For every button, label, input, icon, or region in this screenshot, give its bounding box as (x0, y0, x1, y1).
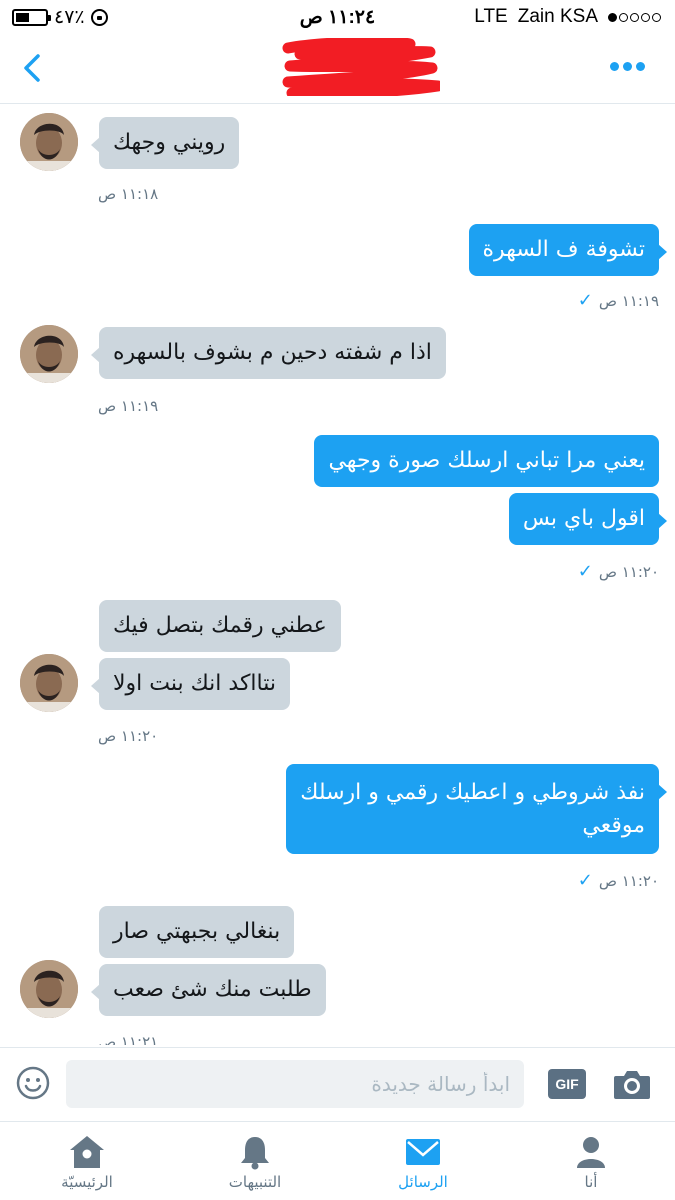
network-type: LTE (474, 6, 508, 27)
tab-label: الرئيسيّة (61, 1173, 113, 1191)
message-thread[interactable]: رويني وجهك ١١:١٨ ص تشوفة ف السهرة ١١:١٩ … (0, 105, 675, 1045)
conversation-header (0, 36, 675, 104)
signal-strength-icon (608, 12, 661, 22)
tab-me[interactable]: أنا (507, 1122, 675, 1200)
status-bar: ٤٧٪ ١١:٢٤ ص LTE Zain KSA (0, 0, 675, 36)
message-timestamp: ١١:١٩ ص ✓ (577, 290, 659, 311)
tab-notifications[interactable]: التنبيهات (171, 1122, 339, 1200)
bottom-tab-bar: أنا الرسائل التنبيهات الرئيسيّة (0, 1121, 675, 1200)
message-timestamp: ١١:١٨ ص (98, 185, 159, 203)
message-text-line: نفذ شروطي و اعطيك رقمي و ارسلك (300, 780, 645, 805)
tab-messages[interactable]: الرسائل (339, 1122, 507, 1200)
avatar[interactable] (20, 654, 78, 712)
tab-home[interactable]: الرئيسيّة (3, 1122, 171, 1200)
message-bubble-outgoing[interactable]: نفذ شروطي و اعطيك رقمي و ارسلك موقعي (286, 764, 667, 854)
tab-label: أنا (584, 1173, 598, 1191)
status-right: LTE Zain KSA (474, 6, 661, 28)
carrier-name: Zain KSA (517, 6, 598, 27)
message-bubble-incoming[interactable]: رويني وجهك (90, 117, 240, 169)
message-bubble-incoming[interactable]: بنغالي بجبهتي صار (99, 906, 295, 958)
avatar[interactable] (20, 325, 78, 383)
message-bubble-outgoing[interactable]: تشوفة ف السهرة (468, 224, 668, 276)
more-dots-icon[interactable] (610, 62, 645, 71)
message-bubble-incoming[interactable]: عطني رقمك بتصل فيك (99, 600, 341, 652)
message-timestamp: ١١:٢٠ ص ✓ (577, 870, 659, 891)
message-bubble-outgoing[interactable]: اقول باي بس (508, 493, 668, 545)
gif-button[interactable]: GIF (548, 1069, 586, 1099)
message-composer: GIF (0, 1047, 675, 1121)
emoji-icon[interactable] (16, 1066, 50, 1100)
message-bubble-incoming[interactable]: طلبت منك شئ صعب (91, 964, 326, 1016)
message-timestamp: ١١:١٩ ص (98, 397, 159, 415)
redacted-title (282, 38, 440, 96)
tab-label: الرسائل (398, 1173, 448, 1191)
avatar[interactable] (20, 960, 78, 1018)
checkmark-icon: ✓ (577, 561, 593, 582)
message-bubble-incoming[interactable]: نتااكد انك بنت اولا (90, 658, 291, 710)
new-message-input[interactable] (66, 1060, 524, 1108)
message-timestamp: ١١:٢٠ ص ✓ (577, 561, 659, 582)
message-bubble-incoming[interactable]: اذا م شفته دحين م بشوف بالسهره (91, 327, 446, 379)
person-icon (577, 1137, 605, 1168)
message-text-line: موقعي (582, 813, 645, 838)
message-timestamp: ١١:٢٠ ص (98, 727, 159, 745)
checkmark-icon: ✓ (577, 870, 593, 891)
envelope-icon (406, 1139, 440, 1165)
message-bubble-outgoing[interactable]: يعني مرا تباني ارسلك صورة وجهي (314, 435, 659, 487)
camera-icon[interactable] (612, 1067, 652, 1101)
tab-label: التنبيهات (228, 1173, 282, 1191)
home-icon (70, 1136, 104, 1168)
message-timestamp: ١١:٢١ ص (98, 1033, 159, 1045)
chevron-left-icon[interactable] (16, 50, 48, 86)
checkmark-icon: ✓ (577, 290, 593, 311)
avatar[interactable] (20, 113, 78, 171)
bell-icon (241, 1137, 269, 1170)
